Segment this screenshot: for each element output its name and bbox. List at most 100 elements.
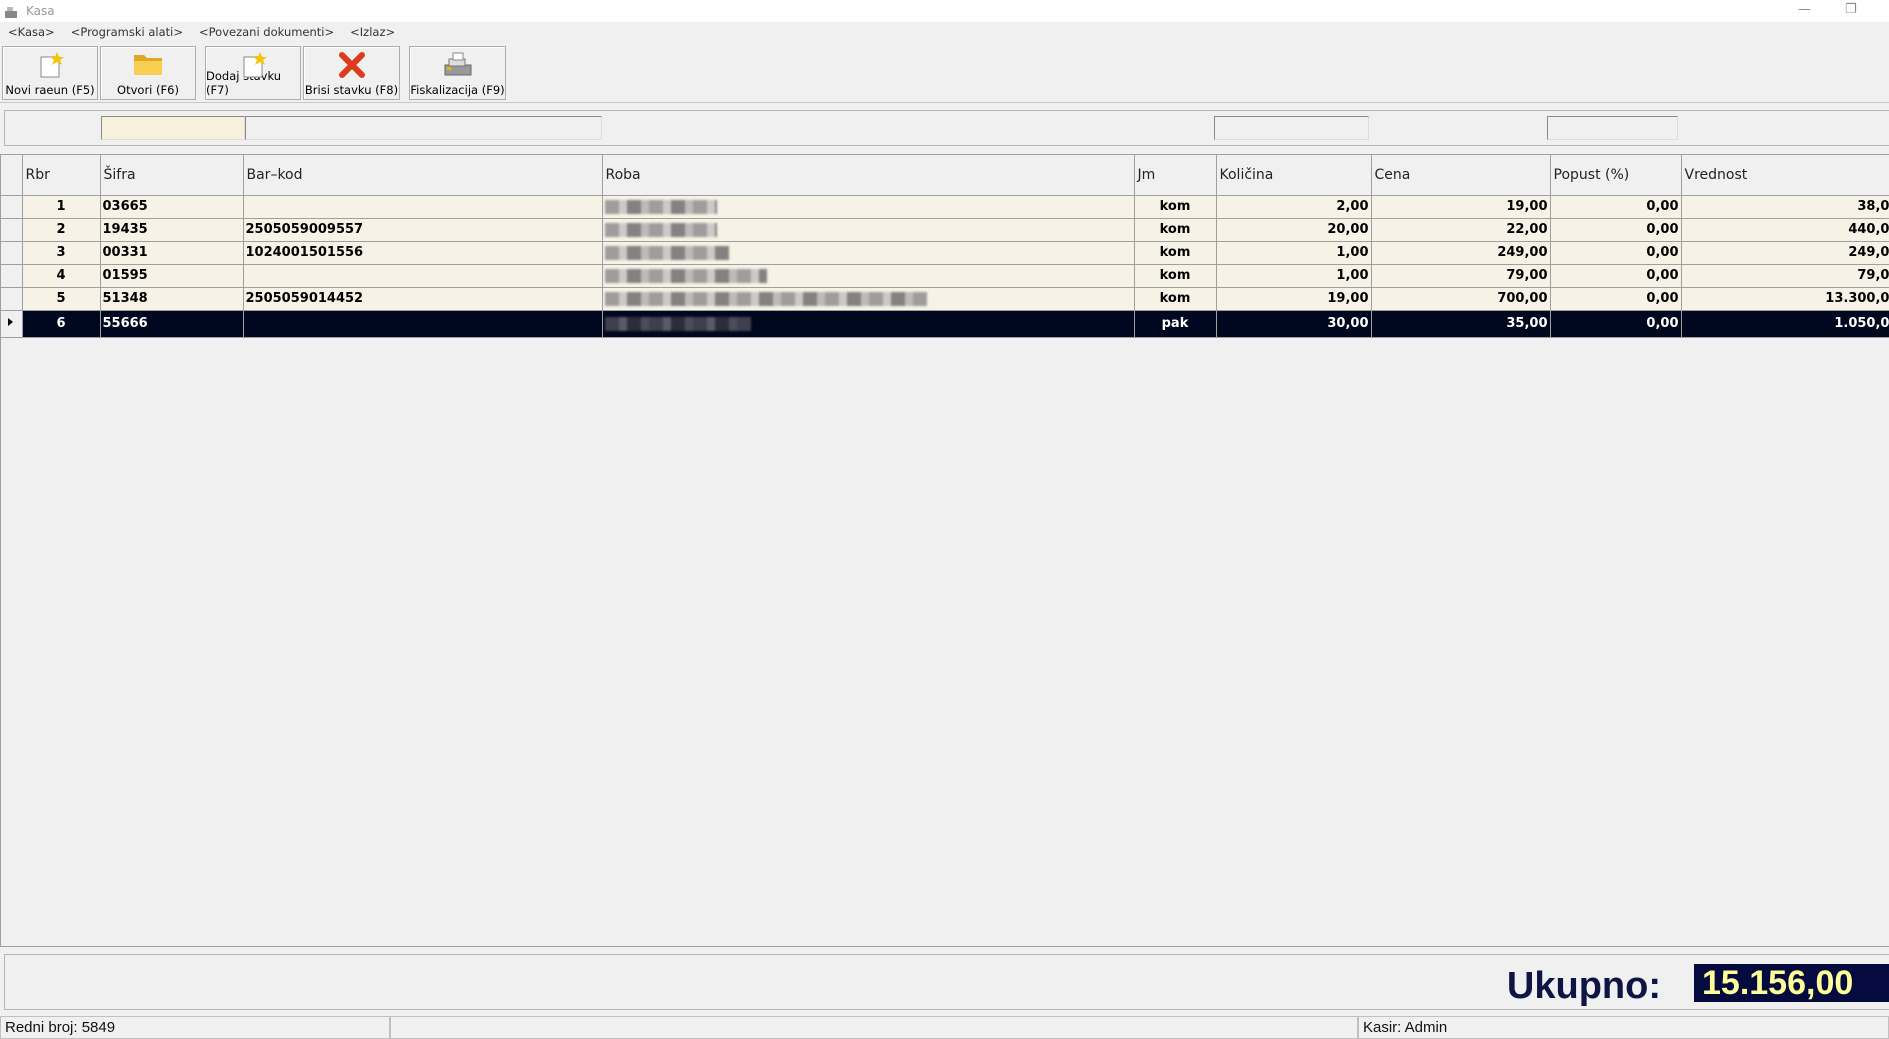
new-invoice-label: Novi raeun (F5)	[5, 83, 95, 97]
cell-rbr: 3	[22, 241, 101, 265]
row-indicator[interactable]	[1, 241, 23, 265]
cell-barkod	[243, 195, 603, 219]
cell-vrednost: 13.300,00	[1681, 287, 1889, 311]
col-header-roba[interactable]: Roba	[602, 155, 1135, 196]
col-header-popust[interactable]: Popust (%)	[1550, 155, 1682, 196]
col-header-sifra[interactable]: Šifra	[100, 155, 244, 196]
restore-button[interactable]: ❐	[1845, 2, 1857, 17]
cell-vrednost: 440,00	[1681, 218, 1889, 242]
menu-izlaz[interactable]: <Izlaz>	[350, 25, 395, 39]
table-row[interactable]: 3 00331 1024001501556 kom 1,00 249,00 0,…	[1, 241, 1889, 265]
redacted-text	[604, 291, 927, 306]
cell-sifra: 51348	[100, 287, 244, 311]
new-invoice-button[interactable]: Novi raeun (F5)	[2, 46, 98, 100]
cell-sifra: 03665	[100, 195, 244, 219]
toolbar: Novi raeun (F5) Otvori (F6) Dodaj stavku…	[0, 44, 1889, 102]
menu-bar: <Kasa> <Programski alati> <Povezani doku…	[0, 22, 1889, 42]
popust-filter-input[interactable]	[1547, 116, 1678, 140]
cell-popust: 0,00	[1550, 264, 1682, 288]
window-title: Kasa	[26, 4, 55, 18]
cell-roba	[602, 287, 1135, 311]
cell-cena: 700,00	[1371, 287, 1551, 311]
delete-x-icon	[338, 51, 366, 82]
fiscalize-button[interactable]: Fiskalizacija (F9)	[409, 46, 506, 100]
cell-jm: pak	[1134, 310, 1217, 338]
barkod-filter-input[interactable]	[245, 116, 602, 140]
row-indicator[interactable]	[1, 287, 23, 311]
cell-kolicina: 1,00	[1216, 264, 1372, 288]
status-bar: Redni broj: 5849 Kasir: Admin	[0, 1016, 1889, 1039]
status-kasir: Kasir: Admin	[1358, 1016, 1889, 1039]
table-row[interactable]: 5 51348 2505059014452 kom 19,00 700,00 0…	[1, 287, 1889, 311]
total-panel: Ukupno: 15.156,00	[4, 954, 1889, 1010]
cell-kolicina: 19,00	[1216, 287, 1372, 311]
cell-sifra: 55666	[100, 310, 244, 338]
row-indicator[interactable]	[1, 218, 23, 242]
cell-popust: 0,00	[1550, 241, 1682, 265]
cell-sifra: 01595	[100, 264, 244, 288]
new-document-icon	[35, 51, 65, 82]
table-row[interactable]: 2 19435 2505059009557 kom 20,00 22,00 0,…	[1, 218, 1889, 242]
col-header-rbr[interactable]: Rbr	[22, 155, 101, 196]
add-item-button[interactable]: Dodaj stavku (F7)	[205, 46, 301, 100]
sifra-filter-input[interactable]	[101, 116, 245, 140]
total-label: Ukupno:	[1506, 965, 1661, 1007]
cell-sifra: 00331	[100, 241, 244, 265]
table-header: Rbr Šifra Bar–kod Roba Jm Količina Cena …	[1, 155, 1889, 196]
total-value: 15.156,00	[1694, 964, 1889, 1002]
cell-jm: kom	[1134, 218, 1217, 242]
row-indicator-header	[1, 155, 23, 196]
cell-cena: 79,00	[1371, 264, 1551, 288]
cell-vrednost: 38,00	[1681, 195, 1889, 219]
col-header-jm[interactable]: Jm	[1134, 155, 1217, 196]
cell-jm: kom	[1134, 241, 1217, 265]
cell-rbr: 5	[22, 287, 101, 311]
delete-item-button[interactable]: Brisi stavku (F8)	[303, 46, 400, 100]
open-label: Otvori (F6)	[117, 83, 179, 97]
cell-popust: 0,00	[1550, 310, 1682, 338]
cell-vrednost: 249,00	[1681, 241, 1889, 265]
col-header-kolicina[interactable]: Količina	[1216, 155, 1372, 196]
status-redni-broj: Redni broj: 5849	[0, 1016, 390, 1039]
col-header-cena[interactable]: Cena	[1371, 155, 1551, 196]
redacted-text	[604, 199, 717, 214]
title-bar: Kasa — ❐	[0, 0, 1889, 22]
redacted-text	[604, 316, 751, 331]
minimize-button[interactable]: —	[1798, 2, 1811, 17]
table-row-selected[interactable]: 6 55666 pak 30,00 35,00 0,00 1.050,00	[1, 310, 1889, 338]
cell-popust: 0,00	[1550, 218, 1682, 242]
cell-roba	[602, 195, 1135, 219]
kolicina-filter-input[interactable]	[1214, 116, 1369, 140]
cell-kolicina: 1,00	[1216, 241, 1372, 265]
cell-jm: kom	[1134, 195, 1217, 219]
cell-vrednost: 79,00	[1681, 264, 1889, 288]
menu-programski-alati[interactable]: <Programski alati>	[71, 25, 183, 39]
redacted-text	[604, 245, 729, 260]
row-indicator[interactable]	[1, 195, 23, 219]
row-indicator[interactable]	[1, 310, 23, 338]
menu-povezani-dokumenti[interactable]: <Povezani dokumenti>	[199, 25, 334, 39]
col-header-vrednost[interactable]: Vrednost	[1681, 155, 1889, 196]
cell-rbr: 1	[22, 195, 101, 219]
open-button[interactable]: Otvori (F6)	[100, 46, 196, 100]
cell-cena: 22,00	[1371, 218, 1551, 242]
row-indicator[interactable]	[1, 264, 23, 288]
table-row[interactable]: 1 03665 kom 2,00 19,00 0,00 38,00	[1, 195, 1889, 219]
cell-barkod: 2505059009557	[243, 218, 603, 242]
cell-cena: 35,00	[1371, 310, 1551, 338]
cell-roba	[602, 264, 1135, 288]
table-row[interactable]: 4 01595 kom 1,00 79,00 0,00 79,00	[1, 264, 1889, 288]
cell-roba	[602, 310, 1135, 338]
cell-sifra: 19435	[100, 218, 244, 242]
cell-popust: 0,00	[1550, 287, 1682, 311]
cash-register-icon	[4, 4, 18, 18]
col-header-barkod[interactable]: Bar–kod	[243, 155, 603, 196]
folder-icon	[132, 51, 164, 80]
cell-kolicina: 30,00	[1216, 310, 1372, 338]
redacted-text	[604, 222, 717, 237]
cell-kolicina: 2,00	[1216, 195, 1372, 219]
cell-vrednost: 1.050,00	[1681, 310, 1889, 338]
cell-rbr: 4	[22, 264, 101, 288]
menu-kasa[interactable]: <Kasa>	[8, 25, 55, 39]
cell-rbr: 6	[22, 310, 101, 338]
